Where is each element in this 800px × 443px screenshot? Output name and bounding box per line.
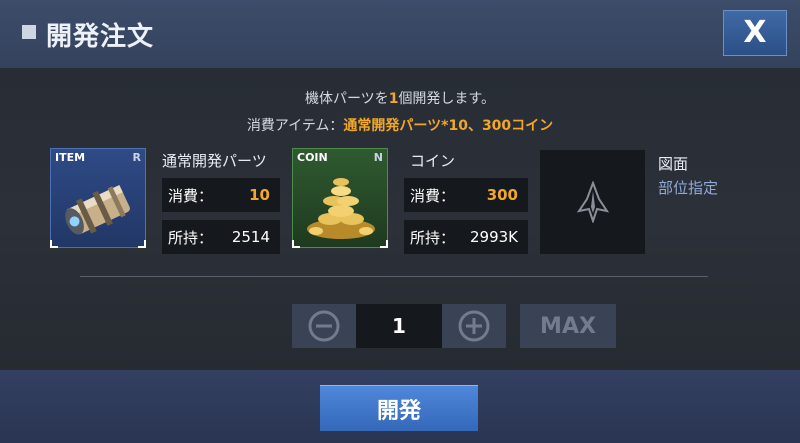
quantity-value[interactable]: 1 [356,304,442,348]
item-rank: R [132,151,141,164]
coin-rank: N [373,151,383,164]
close-icon: X [743,15,767,50]
develop-button[interactable]: 開発 [320,385,478,431]
blueprint-title: 図面 [658,155,689,173]
description-line-1: 機体パーツを1個開発します。 [304,91,496,107]
item-owned-box: 所持： 2514 [162,220,280,254]
item-tag: ITEM [55,151,86,164]
coin-owned-label: 所持： [410,228,456,247]
coin-consume-box: 消費： 300 [404,178,528,212]
coin-consume-label: 消費： [410,186,456,205]
coin-owned-box: 所持： 2993K [404,220,528,254]
consume-items-text: 通常開発パーツ*10、300コイン [343,118,554,134]
plus-icon [458,310,490,342]
increase-button[interactable] [442,304,506,348]
minus-icon [308,310,340,342]
decrease-button[interactable] [292,304,356,348]
item-name: 通常開発パーツ [162,152,267,170]
part-specify-link[interactable]: 部位指定 [658,177,718,198]
max-button[interactable]: MAX [520,304,616,348]
item-owned-label: 所持： [168,228,214,247]
parts-canister-icon [51,167,147,247]
close-button[interactable]: X [723,10,787,56]
coin-name: コイン [410,152,456,170]
coin-card[interactable]: COIN N [292,148,388,248]
coin-owned-value: 2993K [469,228,518,246]
dialog-title: 開発注文 [46,22,155,52]
item-consume-value: 10 [249,186,270,204]
dialog-header: 開発注文 X [0,0,800,69]
description-line-2: 消費アイテム：通常開発パーツ*10、300コイン [246,118,554,134]
coin-pile-icon [293,167,389,247]
coin-consume-value: 300 [486,186,518,204]
develop-count: 1 [388,91,399,107]
item-consume-label: 消費： [168,186,214,205]
blueprint-slot[interactable] [540,150,645,254]
divider [80,276,708,277]
blueprint-icon [576,181,609,223]
item-consume-box: 消費： 10 [162,178,280,212]
item-card[interactable]: ITEM R [50,148,146,248]
title-square-icon [22,25,36,39]
item-owned-value: 2514 [231,228,270,246]
coin-tag: COIN [297,151,328,164]
